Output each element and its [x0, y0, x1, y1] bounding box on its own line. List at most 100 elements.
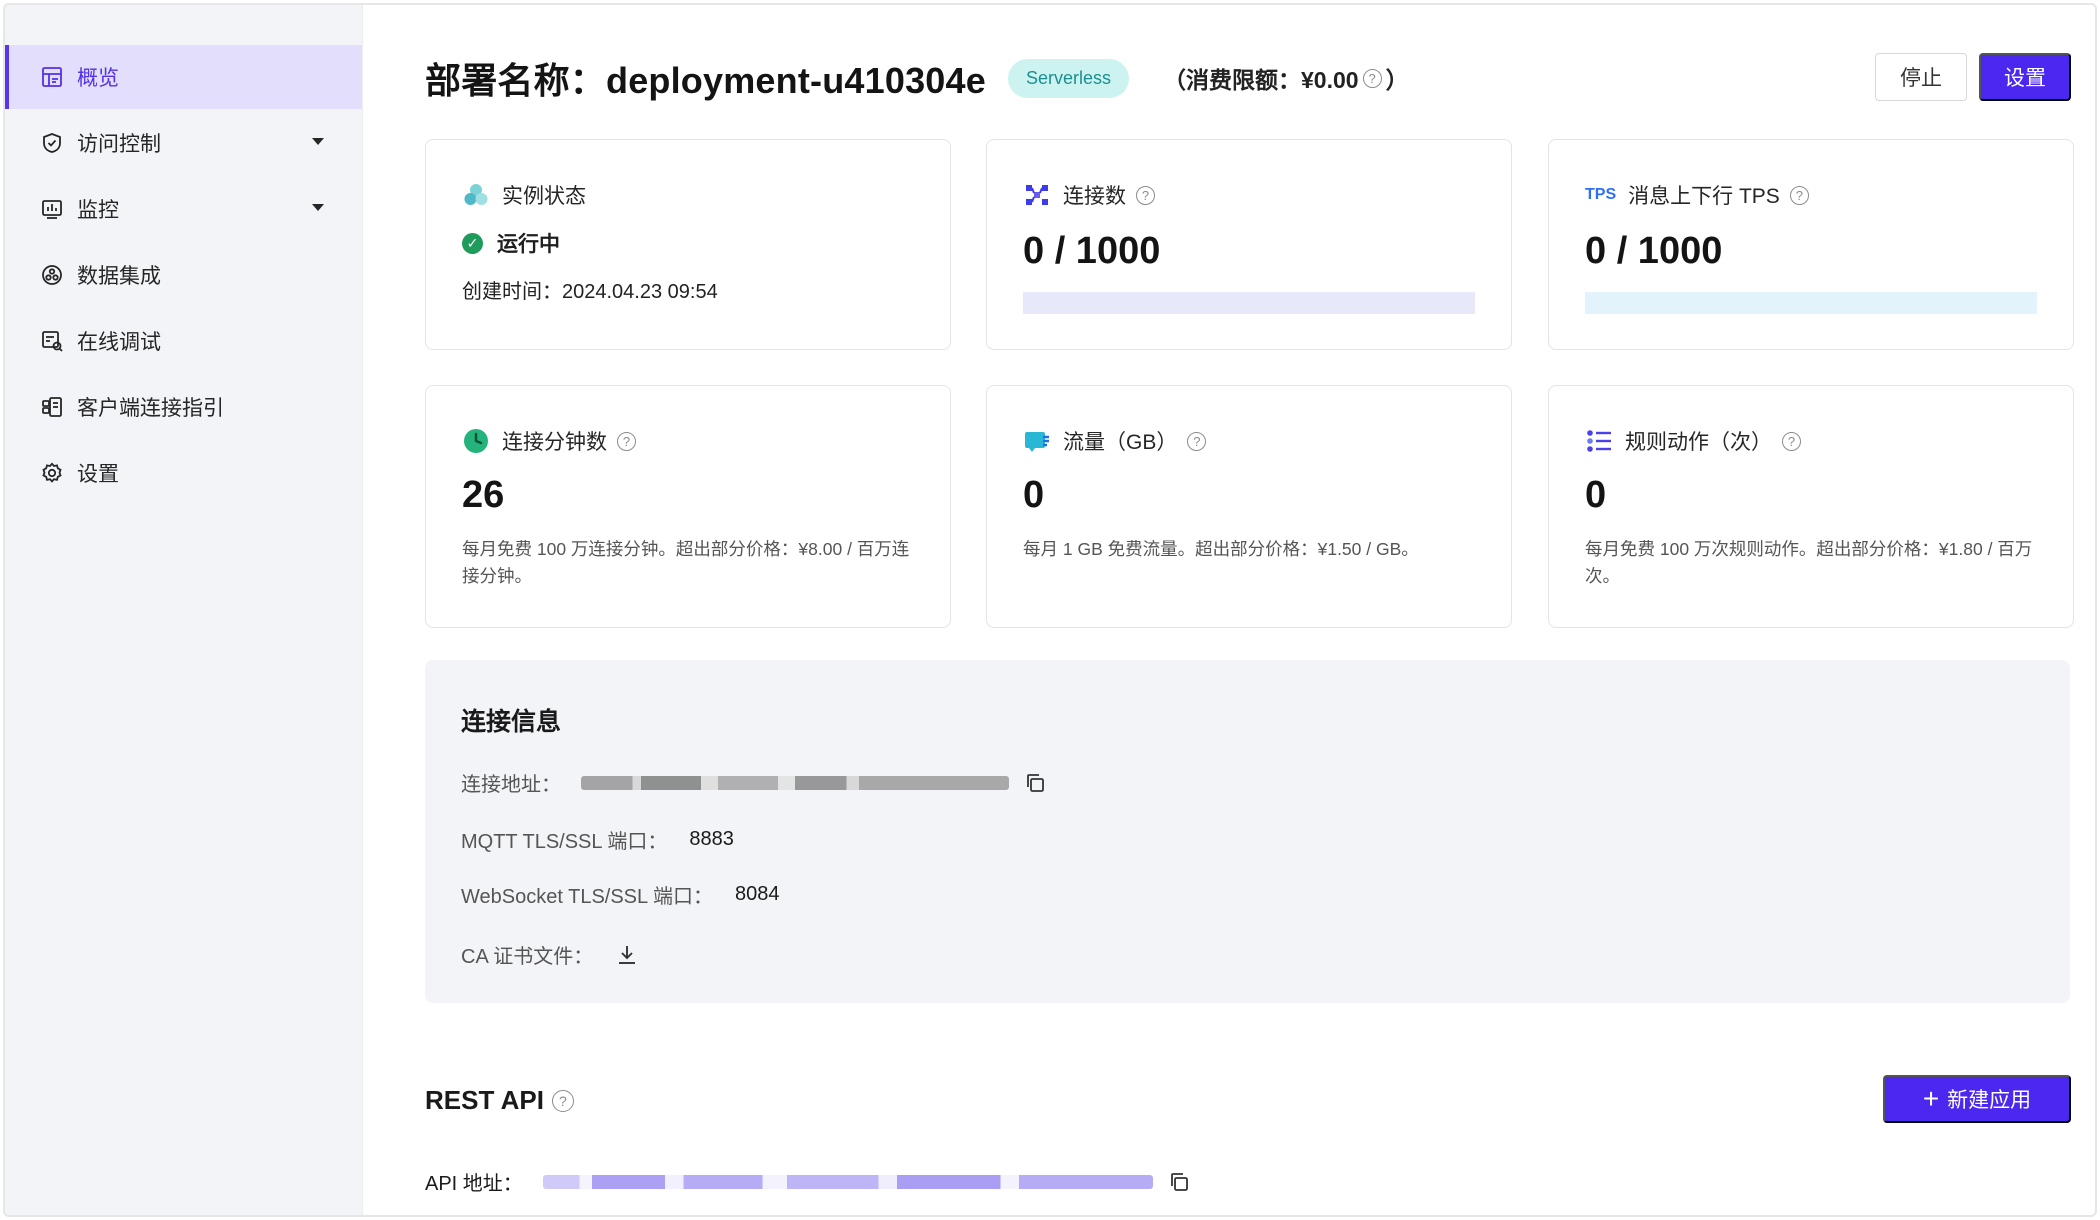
- spending-limit-text: （消费限额：¥0.00: [1163, 67, 1359, 93]
- mqtt-port-value: 8883: [689, 828, 734, 850]
- gear-icon: [39, 460, 65, 486]
- ca-cert-label: CA 证书文件：: [461, 946, 594, 968]
- card-title: TPS 消息上下行 TPS ?: [1585, 180, 1813, 210]
- connection-address-label: 连接地址：: [461, 774, 561, 796]
- check-circle-icon: ✓: [462, 232, 483, 254]
- traffic-desc: 每月 1 GB 免费流量。超出部分价格：¥1.50 / GB。: [1023, 539, 1419, 559]
- sidebar-nav: 概览 访问控制 监控 数据集成 在线调试 客户端连接指引 设置: [5, 45, 362, 507]
- card-title-text: 消息上下行 TPS: [1628, 185, 1780, 208]
- help-icon[interactable]: ?: [617, 431, 636, 451]
- section-title: 连接信息: [461, 708, 562, 736]
- help-icon[interactable]: ?: [1187, 431, 1207, 451]
- card-title-text: 连接分钟数: [502, 431, 607, 454]
- network-icon: [1023, 181, 1051, 209]
- sidebar: 概览 访问控制 监控 数据集成 在线调试 客户端连接指引 设置: [5, 5, 363, 1215]
- connections-card: 连接数 ? 0 / 1000: [986, 139, 1512, 350]
- help-icon[interactable]: ?: [1789, 185, 1809, 205]
- tps-progress-bar: [1585, 292, 2037, 314]
- sidebar-item-data-integration[interactable]: 数据集成: [5, 243, 362, 307]
- card-title-text: 规则动作（次）: [1625, 431, 1772, 454]
- card-title-text: 实例状态: [502, 185, 586, 208]
- sidebar-item-access-control[interactable]: 访问控制: [5, 111, 362, 175]
- card-title-text: 流量（GB）: [1063, 431, 1178, 454]
- connection-minutes-card: 连接分钟数 ? 26 每月免费 100 万连接分钟。超出部分价格：¥8.00 /…: [425, 385, 951, 628]
- sidebar-item-settings[interactable]: 设置: [5, 441, 362, 505]
- rule-actions-card: 规则动作（次） ? 0 每月免费 100 万次规则动作。超出部分价格：¥1.80…: [1548, 385, 2074, 628]
- connection-info-panel: 连接信息 连接地址： MQTT TLS/SSL 端口： 8883 WebSock…: [425, 660, 2070, 1003]
- card-title-text: 连接数: [1063, 185, 1126, 208]
- stop-button[interactable]: 停止: [1875, 53, 1967, 101]
- websocket-port-label: WebSocket TLS/SSL 端口：: [461, 886, 713, 908]
- websocket-port-row: WebSocket TLS/SSL 端口： 8084: [461, 880, 779, 909]
- help-icon[interactable]: ?: [1136, 185, 1155, 205]
- new-app-button-label: 新建应用: [1947, 1089, 2032, 1112]
- status-row: ✓ 运行中: [462, 228, 560, 258]
- sidebar-item-online-debug[interactable]: 在线调试: [5, 309, 362, 373]
- mqtt-port-row: MQTT TLS/SSL 端口： 8883: [461, 825, 734, 854]
- monitor-chart-icon: [39, 196, 65, 222]
- integration-icon: [39, 262, 65, 288]
- mqtt-port-label: MQTT TLS/SSL 端口：: [461, 831, 668, 853]
- api-address-row: API 地址：: [425, 1167, 1191, 1196]
- page-title: 部署名称：deployment-u410304e: [425, 60, 986, 101]
- tps-card: TPS 消息上下行 TPS ? 0 / 1000: [1548, 139, 2074, 350]
- api-address-value: [542, 1174, 1153, 1189]
- help-icon[interactable]: ?: [551, 1089, 574, 1112]
- help-icon[interactable]: ?: [1362, 68, 1382, 88]
- settings-button[interactable]: 设置: [1979, 53, 2071, 101]
- app-window: 概览 访问控制 监控 数据集成 在线调试 客户端连接指引 设置 部署名称：dep…: [3, 3, 2097, 1217]
- sidebar-item-label: 设置: [77, 463, 119, 486]
- card-title: 实例状态: [462, 180, 586, 210]
- connection-address-row: 连接地址：: [461, 768, 1047, 797]
- sidebar-item-label: 在线调试: [77, 331, 161, 354]
- copy-icon[interactable]: [1167, 1170, 1191, 1194]
- connections-progress-bar: [1023, 292, 1475, 314]
- rest-api-title: REST API ?: [425, 1085, 578, 1116]
- sidebar-item-label: 访问控制: [77, 133, 161, 156]
- sidebar-item-label: 监控: [77, 199, 119, 222]
- card-title: 流量（GB） ?: [1023, 426, 1210, 456]
- rest-api-title-text: REST API: [425, 1085, 544, 1115]
- client-guide-icon: [39, 394, 65, 420]
- rule-actions-value: 0: [1585, 474, 1607, 516]
- rule-actions-desc: 每月免费 100 万次规则动作。超出部分价格：¥1.80 / 百万次。: [1585, 539, 2033, 586]
- websocket-port-value: 8084: [734, 883, 780, 905]
- sidebar-item-label: 数据集成: [77, 265, 161, 288]
- traffic-value: 0: [1023, 474, 1045, 516]
- tps-value: 0 / 1000: [1585, 230, 1723, 272]
- sidebar-item-label: 客户端连接指引: [77, 397, 224, 420]
- sidebar-item-monitoring[interactable]: 监控: [5, 177, 362, 241]
- tps-icon: TPS: [1585, 186, 1617, 203]
- status-text: 运行中: [497, 233, 560, 256]
- sidebar-item-client-guide[interactable]: 客户端连接指引: [5, 375, 362, 439]
- connection-minutes-desc: 每月免费 100 万连接分钟。超出部分价格：¥8.00 / 百万连接分钟。: [462, 539, 910, 586]
- clock-icon: [462, 427, 490, 455]
- ca-cert-row: CA 证书文件：: [461, 940, 639, 969]
- spending-limit: （消费限额：¥0.00 ? ）: [1163, 61, 1409, 95]
- spending-limit-close: ）: [1385, 67, 1409, 93]
- chevron-down-icon[interactable]: [312, 204, 324, 211]
- page-header: 部署名称：deployment-u410304e Serverless （消费限…: [425, 53, 2071, 103]
- connections-value: 0 / 1000: [1023, 230, 1161, 272]
- sidebar-item-label: 概览: [77, 67, 119, 90]
- help-icon[interactable]: ?: [1782, 431, 1801, 451]
- chevron-down-icon[interactable]: [312, 138, 324, 145]
- shield-icon: [39, 130, 65, 156]
- card-title: 连接数 ?: [1023, 180, 1159, 210]
- plan-badge: Serverless: [1007, 58, 1129, 98]
- instance-status-card: 实例状态 ✓ 运行中 创建时间：2024.04.23 09:54: [425, 139, 951, 350]
- traffic-icon: [1023, 427, 1051, 455]
- debug-icon: [39, 328, 65, 354]
- new-app-button[interactable]: + 新建应用: [1883, 1075, 2071, 1123]
- connection-minutes-value: 26: [462, 474, 505, 516]
- copy-icon[interactable]: [1023, 771, 1047, 795]
- api-address-label: API 地址：: [425, 1173, 523, 1195]
- connection-address-value: [581, 775, 1009, 790]
- sidebar-item-overview[interactable]: 概览: [5, 45, 362, 109]
- created-time: 创建时间：2024.04.23 09:54: [462, 281, 718, 303]
- traffic-card: 流量（GB） ? 0 每月 1 GB 免费流量。超出部分价格：¥1.50 / G…: [986, 385, 1512, 628]
- download-icon[interactable]: [615, 943, 639, 967]
- cluster-icon: [462, 181, 490, 209]
- plus-icon: +: [1922, 1083, 1940, 1114]
- card-title: 连接分钟数 ?: [462, 426, 640, 456]
